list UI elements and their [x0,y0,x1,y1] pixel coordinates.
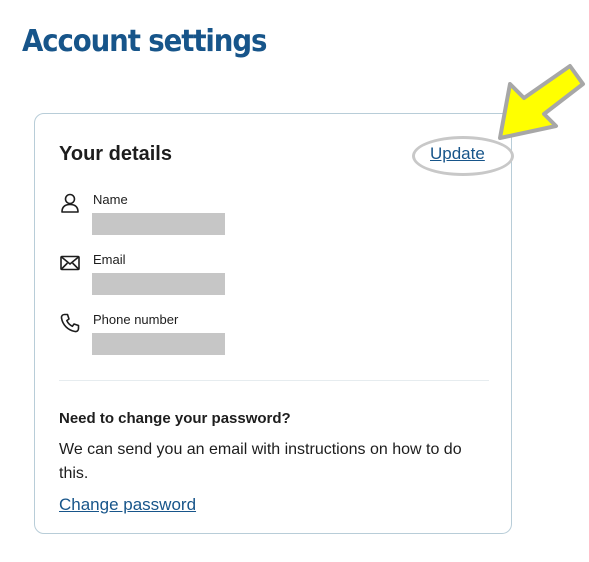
phone-number-label: Phone number [93,312,179,327]
change-password-link[interactable]: Change password [59,495,196,515]
your-details-card: Your details Update Name Email Phone num… [34,113,514,534]
envelope-icon [59,252,81,274]
name-value-redacted [92,213,225,235]
your-details-heading: Your details [59,143,172,165]
email-value-redacted [92,273,225,295]
person-icon [59,192,81,214]
update-link[interactable]: Update [430,144,485,164]
page-title: Account settings [22,24,267,59]
change-password-heading: Need to change your password? [59,410,291,427]
divider [59,380,489,381]
email-label: Email [93,252,126,267]
phone-number-value-redacted [92,333,225,355]
phone-icon [59,312,81,334]
change-password-description: We can send you an email with instructio… [59,441,462,482]
name-label: Name [93,192,128,207]
account-settings-page: Account settings Your details Update Nam… [0,0,589,562]
